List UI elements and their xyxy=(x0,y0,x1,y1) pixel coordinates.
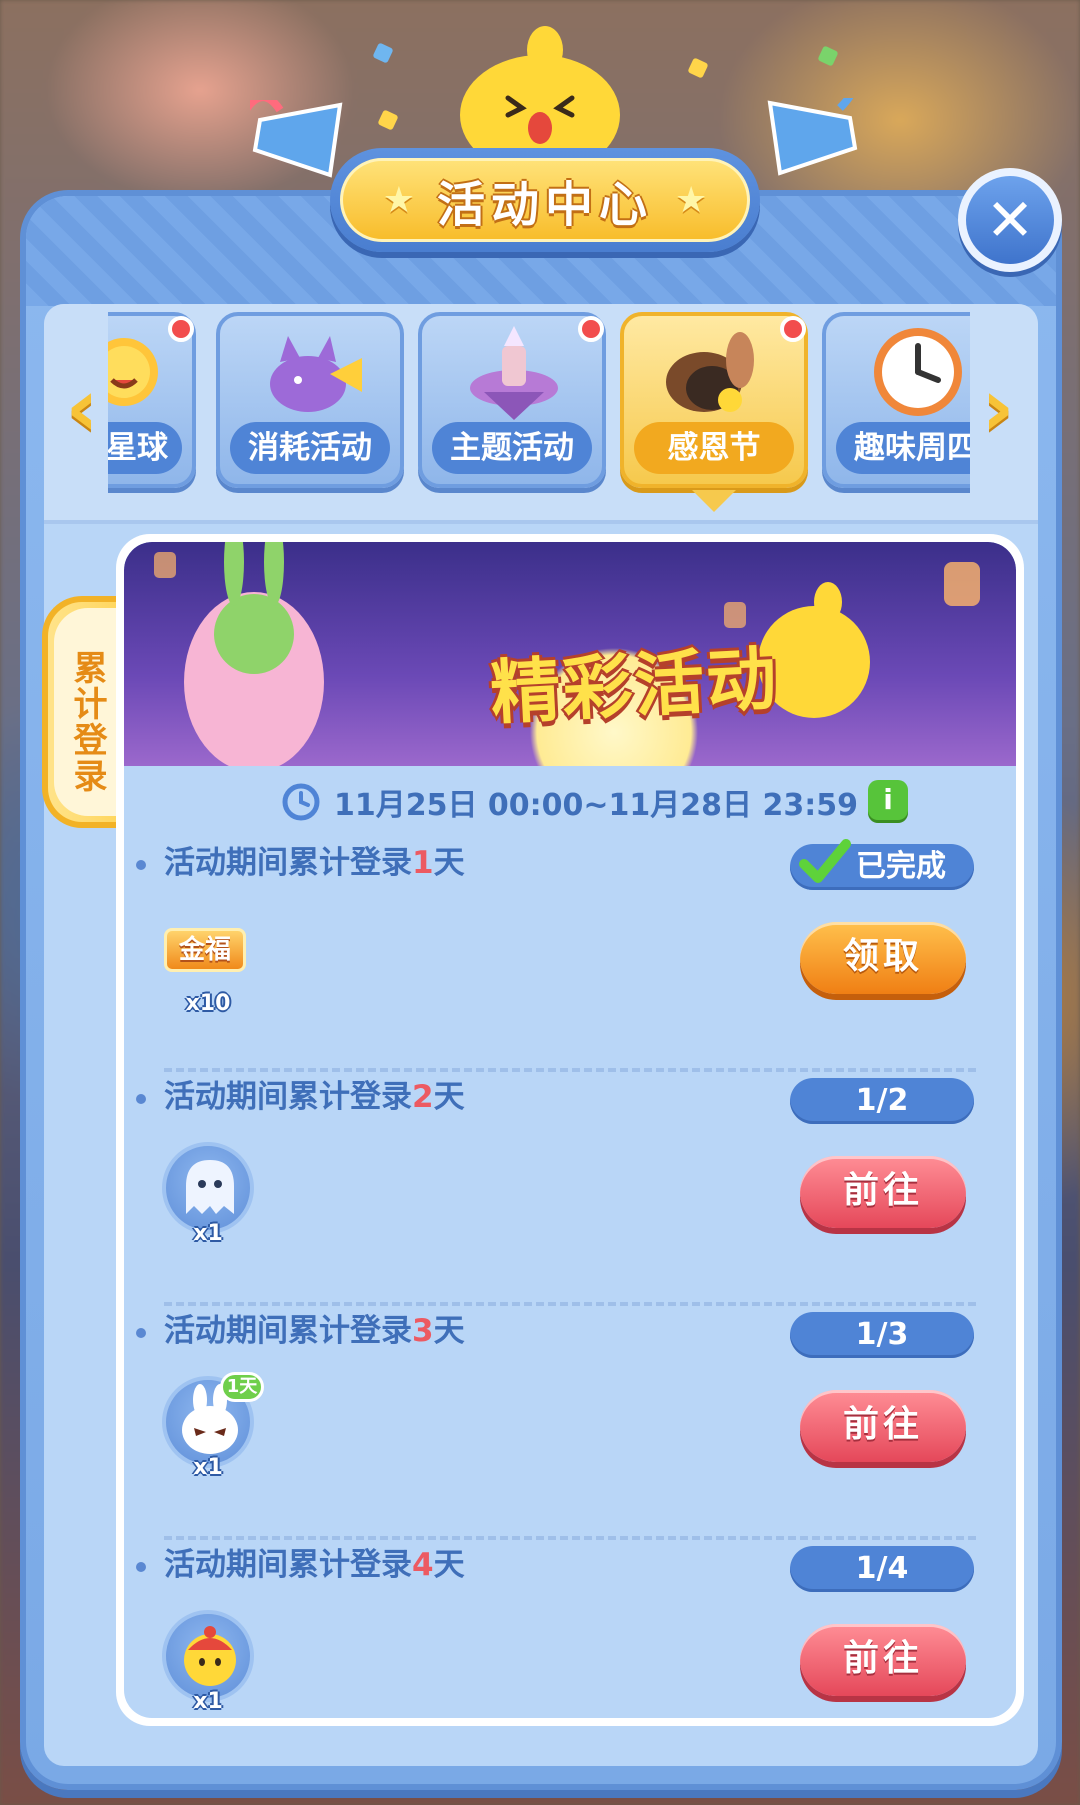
notification-dot xyxy=(578,316,604,342)
notification-dot xyxy=(780,316,806,342)
task-row: 活动期间累计登录1天 已完成 金福 x10 领取 xyxy=(124,838,1016,1072)
floating-island-icon xyxy=(470,326,558,420)
go-button[interactable]: 前往 xyxy=(800,1624,966,1696)
check-icon xyxy=(799,839,851,883)
ghost-icon xyxy=(186,1160,234,1214)
task-status: 1/2 xyxy=(790,1078,974,1124)
claim-button[interactable]: 领取 xyxy=(800,922,966,994)
reward-count: x1 xyxy=(193,1221,223,1246)
chick-mascot-icon xyxy=(460,26,620,160)
title-badge: ★ 活动中心 ★ xyxy=(330,148,760,252)
page-title: 活动中心 xyxy=(436,177,653,233)
reward-item[interactable]: x1 xyxy=(162,1142,254,1246)
tab-thanksgiving[interactable]: 感恩节 xyxy=(620,312,808,488)
content-body[interactable]: 精彩活动 11月25日 00:00~11月28日 23:59 i 活动期间累计登… xyxy=(124,542,1016,1718)
tab-fun-thursday[interactable]: 趣味周四 xyxy=(822,312,970,488)
info-icon[interactable]: i xyxy=(868,780,908,820)
reward-count: x1 xyxy=(193,1689,223,1714)
clock-icon xyxy=(282,783,320,821)
close-button[interactable]: ✕ xyxy=(958,168,1062,272)
tab-strip: 星球 消耗活动 主题活动 感恩节 趣味周四 xyxy=(108,308,970,508)
task-row: 活动期间累计登录2天 1/2 x1 前往 xyxy=(124,1072,1016,1306)
task-status: 已完成 xyxy=(790,839,974,890)
tab-theme[interactable]: 主题活动 xyxy=(418,312,606,488)
close-icon: ✕ xyxy=(966,176,1054,264)
party-horn-right-icon xyxy=(767,98,858,176)
reward-count: x1 xyxy=(193,1455,223,1480)
tab-label: 消耗活动 xyxy=(230,422,390,474)
tab-label: 趣味周四 xyxy=(836,422,970,474)
side-tab-label: 累计登录 xyxy=(67,650,107,794)
gold-coupon-icon: 金福 xyxy=(164,928,246,972)
reward-count: x10 xyxy=(185,991,231,1016)
event-time-range: 11月25日 00:00~11月28日 23:59 xyxy=(333,788,858,823)
tab-label: 主题活动 xyxy=(432,422,592,474)
task-description: 活动期间累计登录3天 xyxy=(136,1306,465,1356)
sun-icon xyxy=(108,338,158,406)
task-description: 活动期间累计登录2天 xyxy=(136,1072,465,1122)
task-status: 1/3 xyxy=(790,1312,974,1358)
duration-badge: 1天 xyxy=(220,1372,264,1402)
tab-consumption[interactable]: 消耗活动 xyxy=(216,312,404,488)
task-row: 活动期间累计登录3天 1/3 1天 x1 前往 xyxy=(124,1306,1016,1540)
chick-costume-icon xyxy=(184,1626,236,1686)
tab-next-arrow[interactable]: › xyxy=(974,368,1022,448)
tab-label: 星球 xyxy=(108,422,182,474)
reward-item[interactable]: 1天 x1 xyxy=(162,1372,264,1480)
turkey-icon xyxy=(666,332,754,412)
tab-label: 感恩节 xyxy=(634,422,794,474)
reward-item[interactable]: 金福 x10 xyxy=(162,908,254,1016)
notification-dot xyxy=(168,316,194,342)
active-tab-pointer xyxy=(692,490,736,512)
star-icon: ★ xyxy=(382,179,415,221)
tab-planet[interactable]: 星球 xyxy=(108,312,196,488)
go-button[interactable]: 前往 xyxy=(800,1156,966,1228)
task-row: 活动期间累计登录4天 1/4 x1 前往 xyxy=(124,1540,1016,1718)
task-description: 活动期间累计登录4天 xyxy=(136,1540,465,1590)
star-icon: ★ xyxy=(675,179,708,221)
task-description: 活动期间累计登录1天 xyxy=(136,838,465,888)
reward-item[interactable]: x1 xyxy=(162,1610,254,1714)
go-button[interactable]: 前往 xyxy=(800,1390,966,1462)
event-banner: 精彩活动 xyxy=(124,542,1016,766)
tab-prev-arrow[interactable]: ‹ xyxy=(58,368,106,448)
side-tab-cumulative-login[interactable]: 累计登录 xyxy=(42,596,126,828)
cat-trumpet-icon xyxy=(270,336,362,412)
content-card: 精彩活动 11月25日 00:00~11月28日 23:59 i 活动期间累计登… xyxy=(116,534,1024,1726)
task-status: 1/4 xyxy=(790,1546,974,1592)
clock-icon xyxy=(874,328,962,416)
